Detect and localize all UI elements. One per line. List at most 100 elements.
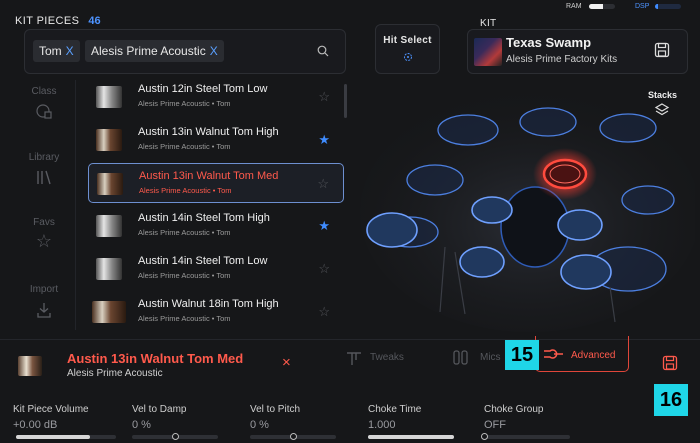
wrench-icon <box>544 349 563 359</box>
list-item[interactable]: Austin 14in Steel Tom Low Alesis Prime A… <box>88 249 344 289</box>
drum-kit-view[interactable] <box>350 82 695 332</box>
mics-icon <box>453 350 468 365</box>
control-label: Choke Group <box>484 404 544 415</box>
control-label: Kit Piece Volume <box>13 404 89 415</box>
cymbal-pad[interactable] <box>406 164 464 196</box>
list-item[interactable]: Austin 12in Steel Tom Low Alesis Prime A… <box>88 77 344 117</box>
kit-pieces-count: 46 <box>88 15 101 27</box>
list-item[interactable]: Austin 13in Walnut Tom High Alesis Prime… <box>88 120 344 160</box>
sidebar-item-label: Class <box>31 86 57 97</box>
sidebar-divider <box>75 80 76 330</box>
tab-label: Mics <box>480 352 501 363</box>
drum-thumbnail <box>96 86 122 108</box>
filter-chip-label: Tom <box>39 44 62 58</box>
tab-label: Advanced <box>571 350 616 361</box>
tom-pad[interactable] <box>459 246 505 278</box>
control-label: Vel to Pitch <box>250 404 301 415</box>
cymbal-pad[interactable] <box>437 114 499 146</box>
kit-selector[interactable]: Texas Swamp Alesis Prime Factory Kits <box>467 29 688 74</box>
remove-filter-icon[interactable]: X <box>66 44 74 58</box>
favorite-star-icon[interactable]: ☆ <box>318 304 330 320</box>
control-value: OFF <box>484 419 506 431</box>
vel-to-damp-slider[interactable] <box>132 433 218 440</box>
piece-subtitle: Alesis Prime Acoustic • Tom <box>138 228 231 237</box>
dsp-meter <box>655 4 681 9</box>
list-scrollbar[interactable] <box>344 84 347 118</box>
selected-piece-library: Alesis Prime Acoustic <box>67 368 163 379</box>
choke-time-slider[interactable] <box>368 435 454 439</box>
tom-pad[interactable] <box>471 196 513 224</box>
star-icon: ☆ <box>35 231 53 251</box>
filter-chip-tom[interactable]: Tom X <box>33 40 80 62</box>
library-icon <box>37 170 51 185</box>
drum-thumbnail <box>96 129 122 151</box>
slider-knob[interactable] <box>481 433 488 440</box>
sidebar-item-label: Favs <box>33 217 55 228</box>
cymbal-pad[interactable] <box>621 185 675 215</box>
list-item-selected[interactable]: Austin 13in Walnut Tom Med Alesis Prime … <box>88 163 344 203</box>
choke-group-slider[interactable] <box>481 433 570 440</box>
kit-pieces-title: KIT PIECES <box>15 15 80 27</box>
favorite-star-icon[interactable]: ★ <box>318 132 330 148</box>
tab-advanced[interactable]: Advanced <box>535 336 629 372</box>
favorite-star-icon[interactable]: ☆ <box>317 176 329 192</box>
save-piece-icon[interactable] <box>662 355 678 371</box>
import-icon <box>37 303 51 318</box>
favorite-star-icon[interactable]: ☆ <box>318 89 330 105</box>
filter-bar[interactable]: Tom X Alesis Prime Acoustic X <box>24 29 346 74</box>
piece-name: Austin 13in Walnut Tom High <box>138 126 279 138</box>
sidebar-item-import[interactable]: Import <box>22 284 66 322</box>
piece-name: Austin Walnut 18in Tom High <box>138 298 279 310</box>
piece-subtitle: Alesis Prime Acoustic • Tom <box>138 271 231 280</box>
app-window: KIT PIECES 46 Tom X Alesis Prime Acoustic… <box>0 0 700 443</box>
kit-subtitle: Alesis Prime Factory Kits <box>506 54 618 65</box>
list-item[interactable]: Austin 14in Steel Tom High Alesis Prime … <box>88 206 344 246</box>
vel-to-pitch-slider[interactable] <box>250 433 336 440</box>
tab-label: Tweaks <box>370 352 404 363</box>
slider-knob[interactable] <box>290 433 297 440</box>
drum-thumbnail <box>96 215 122 237</box>
sidebar-item-label: Library <box>28 152 60 163</box>
piece-subtitle: Alesis Prime Acoustic • Tom <box>138 314 231 323</box>
tom-pad[interactable] <box>557 209 603 241</box>
piece-name: Austin 13in Walnut Tom Med <box>139 170 279 182</box>
favorite-star-icon[interactable]: ☆ <box>318 261 330 277</box>
kit-name: Texas Swamp <box>506 35 592 50</box>
slider-knob[interactable] <box>172 433 179 440</box>
snare-pad[interactable] <box>366 212 418 248</box>
search-icon[interactable] <box>317 45 329 57</box>
control-value: 0 % <box>250 419 269 431</box>
kit-piece-volume-slider[interactable] <box>16 435 116 439</box>
annotation-badge-15: 15 <box>505 340 539 370</box>
dsp-label: DSP <box>635 3 650 10</box>
slider-fill <box>16 435 90 439</box>
ram-meter <box>589 4 615 9</box>
cymbal-pad[interactable] <box>519 107 577 137</box>
sidebar-item-library[interactable]: Library <box>22 152 66 189</box>
filter-chip-label: Alesis Prime Acoustic <box>91 44 206 58</box>
piece-name: Austin 12in Steel Tom Low <box>138 83 268 95</box>
favorite-star-icon[interactable]: ★ <box>318 218 330 234</box>
kit-thumbnail <box>474 38 502 66</box>
cymbal-pad[interactable] <box>599 113 657 143</box>
filter-chip-library[interactable]: Alesis Prime Acoustic X <box>85 40 224 62</box>
drum-thumbnail <box>96 258 122 280</box>
piece-name: Austin 14in Steel Tom High <box>138 212 270 224</box>
selected-piece-thumbnail <box>18 356 42 376</box>
sidebar-item-class[interactable]: Class <box>22 86 66 123</box>
clear-selection-icon[interactable]: × <box>282 354 291 371</box>
control-label: Vel to Damp <box>132 404 187 415</box>
remove-filter-icon[interactable]: X <box>210 44 218 58</box>
piece-name: Austin 14in Steel Tom Low <box>138 255 268 267</box>
sidebar-item-favs[interactable]: Favs ☆ <box>22 217 66 252</box>
ram-label: RAM <box>566 3 582 10</box>
selected-piece-name: Austin 13in Walnut Tom Med <box>67 351 244 366</box>
list-item[interactable]: Austin Walnut 18in Tom High Alesis Prime… <box>88 292 344 332</box>
kit-label: KIT <box>480 18 497 29</box>
piece-subtitle: Alesis Prime Acoustic • Tom <box>139 186 232 195</box>
save-kit-icon[interactable] <box>654 42 670 58</box>
hit-select-button[interactable]: Hit Select <box>375 24 440 74</box>
class-icon <box>36 104 52 119</box>
floor-tom-pad[interactable] <box>560 254 612 290</box>
tweaks-icon <box>347 352 361 365</box>
